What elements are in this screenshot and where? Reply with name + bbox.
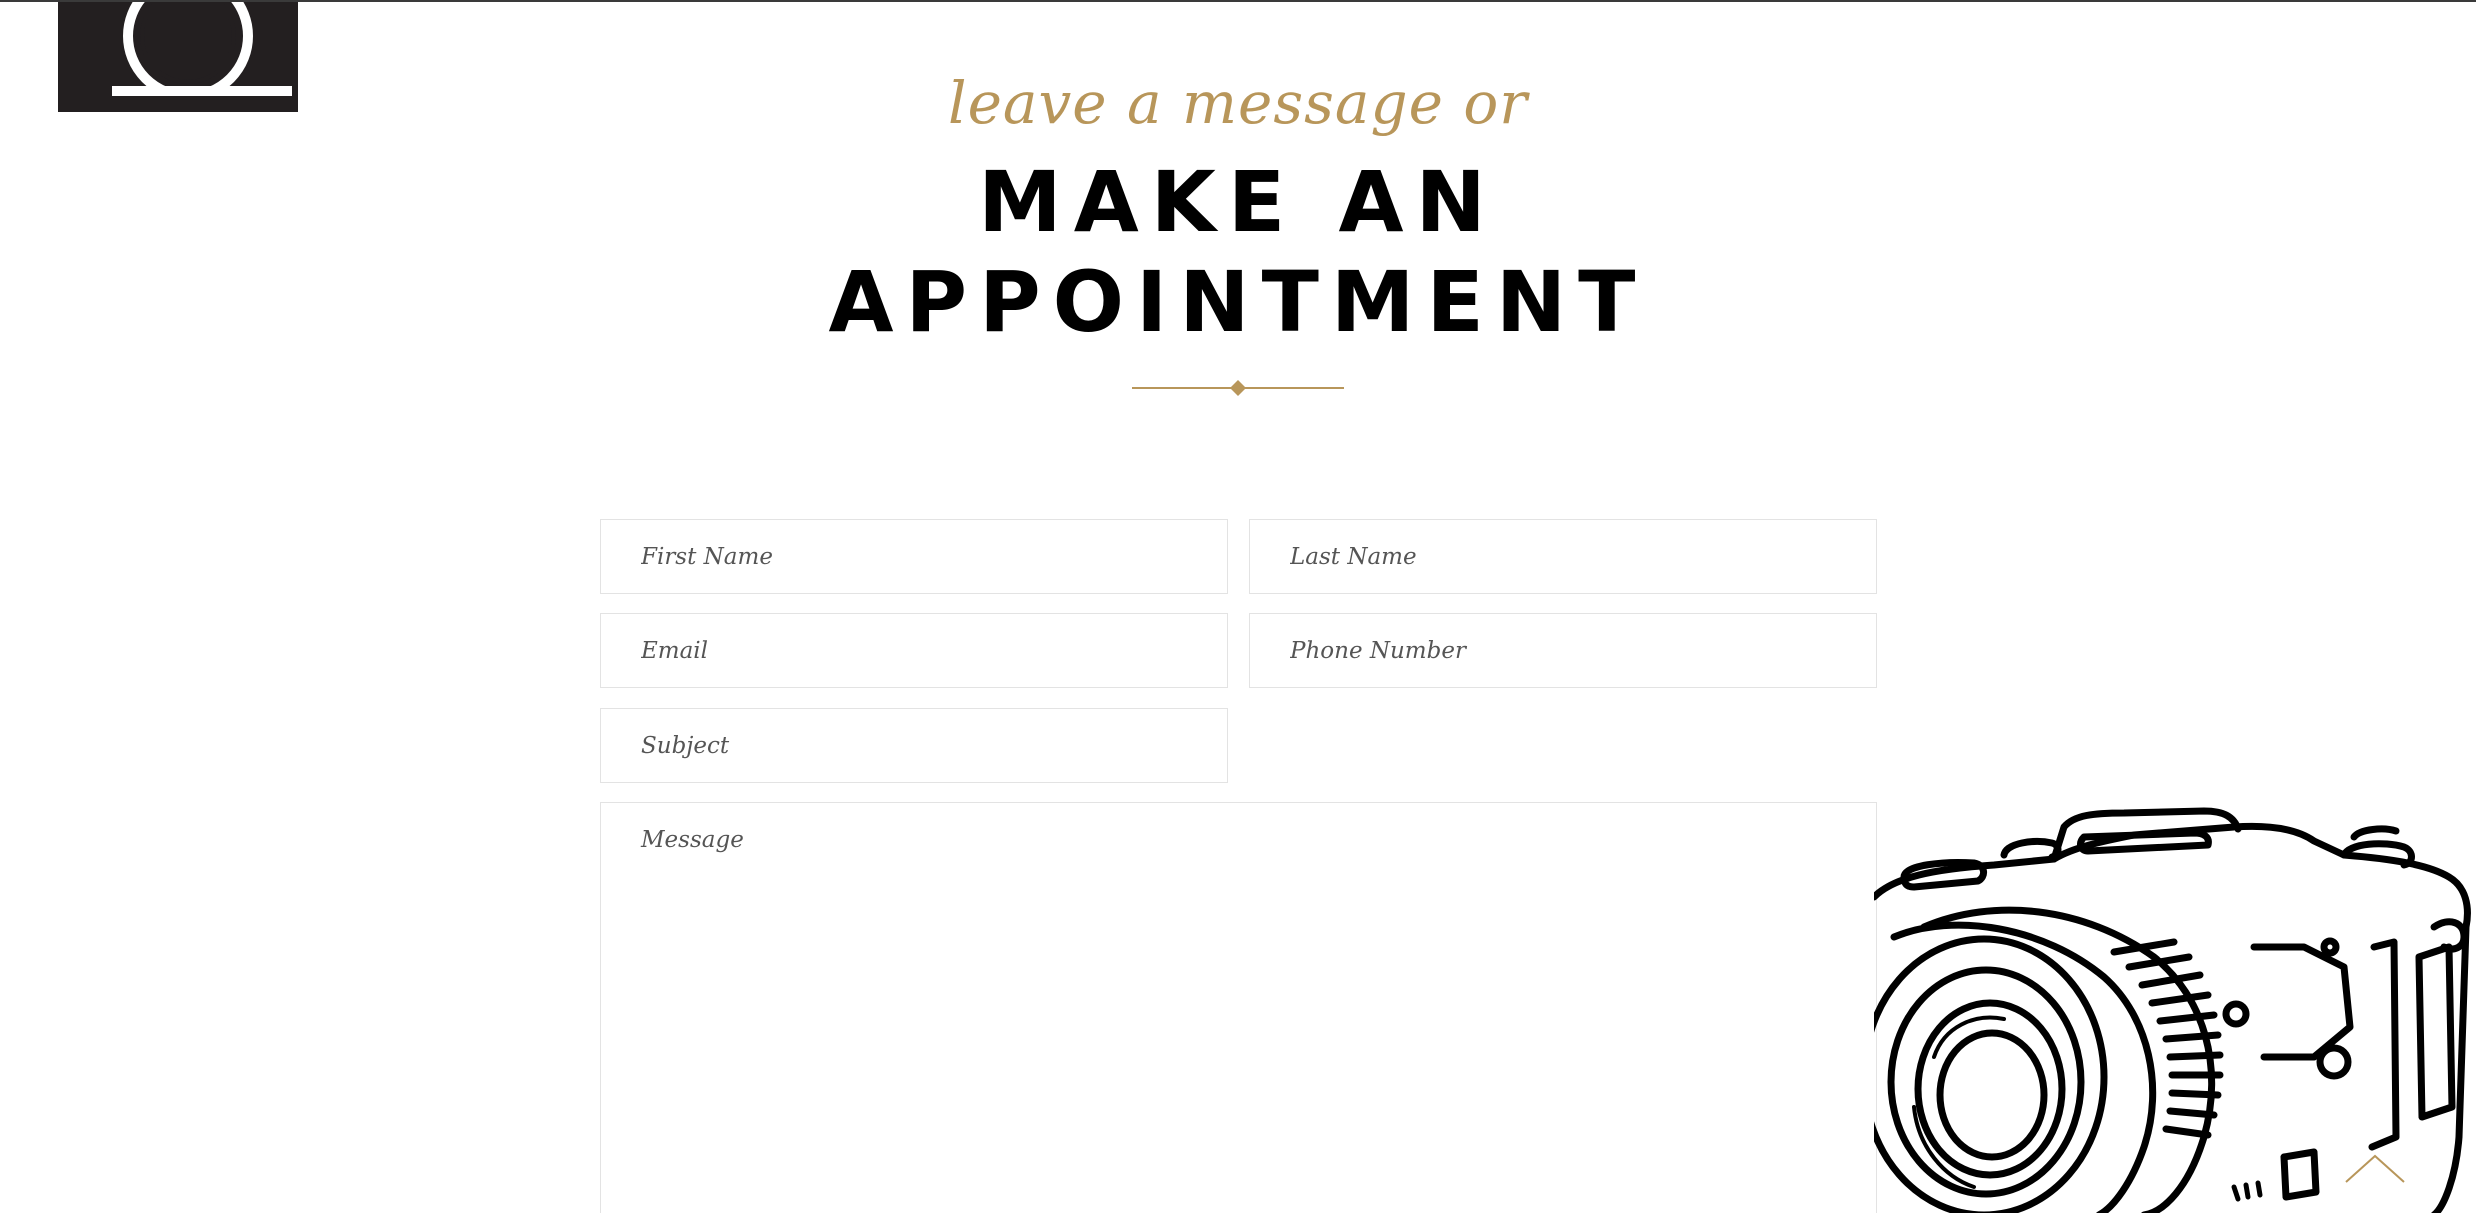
chevron-up-icon[interactable] [2340,1148,2410,1188]
email-field[interactable] [600,613,1228,688]
page-title: MAKE AN APPOINTMENT [0,152,2476,352]
last-name-field[interactable] [1249,519,1877,594]
contact-page: leave a message or MAKE AN APPOINTMENT [0,0,2476,1213]
phone-number-field[interactable] [1249,613,1877,688]
subject-field[interactable] [600,708,1228,783]
message-field[interactable] [600,802,1877,1213]
page-title-line-2: APPOINTMENT [828,253,1648,351]
section-eyebrow: leave a message or [948,69,1528,137]
page-title-line-1: MAKE AN [978,153,1498,251]
diamond-divider-icon [1132,380,1344,396]
first-name-field[interactable] [600,519,1228,594]
